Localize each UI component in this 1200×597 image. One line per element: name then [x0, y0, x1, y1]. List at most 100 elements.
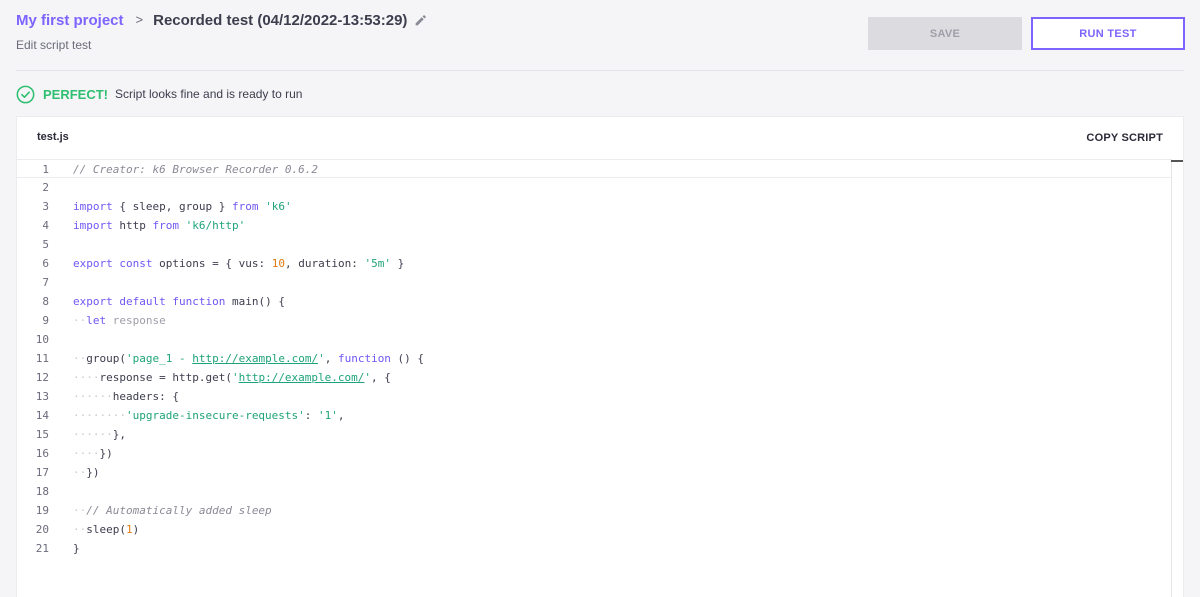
code-line[interactable]: 12 ····response = http.get('http://exampl… — [17, 368, 1172, 387]
code-token: '1' — [318, 409, 338, 422]
code-content: ······}, — [73, 425, 126, 444]
code-line[interactable]: 9 ··let response — [17, 311, 1172, 330]
code-token: 10 — [271, 257, 285, 270]
code-line[interactable]: 17 ··}) — [17, 463, 1172, 482]
code-token: ·· — [73, 504, 87, 517]
line-number: 16 — [35, 447, 49, 460]
code-token: options = { vus: — [152, 257, 272, 270]
page-title: Recorded test (04/12/2022-13:53:29) — [153, 12, 408, 29]
code-content: import http from 'k6/http' — [73, 216, 245, 235]
code-token: export — [73, 295, 113, 308]
code-line[interactable]: 14 ········'upgrade-insecure-requests': '… — [17, 406, 1172, 425]
code-line[interactable]: 15 ······}, — [17, 425, 1172, 444]
code-line[interactable]: 3 import { sleep, group } from 'k6' — [17, 197, 1172, 216]
line-number: 9 — [42, 314, 49, 327]
code-token: }, — [112, 428, 126, 441]
code-token: ···· — [73, 371, 100, 384]
code-token: 'k6' — [265, 200, 292, 213]
code-token: , { — [371, 371, 391, 384]
line-number: 20 — [35, 523, 49, 536]
code-token: , — [324, 352, 338, 365]
code-token: let — [86, 314, 107, 327]
code-line[interactable]: 19 ··// Automatically added sleep — [17, 501, 1172, 520]
code-line[interactable]: 6 export const options = { vus: 10, durat… — [17, 254, 1172, 273]
line-number: 4 — [42, 219, 49, 232]
code-area[interactable]: 1 // Creator: k6 Browser Recorder 0.6.2 2 3… — [17, 159, 1172, 558]
code-token: headers: { — [112, 390, 179, 403]
line-number: 19 — [35, 504, 49, 517]
line-number: 8 — [42, 295, 49, 308]
line-number: 21 — [35, 542, 49, 555]
code-token: http://example.com/ — [238, 371, 365, 384]
code-line[interactable]: 21} — [17, 539, 1172, 558]
code-token: ) — [132, 523, 140, 536]
editor-scrollbar-thumb[interactable] — [1171, 160, 1183, 162]
code-token: 'upgrade-insecure-requests' — [125, 409, 305, 422]
header-divider — [16, 70, 1184, 71]
code-token: http — [112, 219, 153, 232]
code-line[interactable]: 10 — [17, 330, 1172, 349]
pencil-icon[interactable] — [414, 14, 427, 27]
breadcrumb-project-link[interactable]: My first project — [16, 12, 124, 29]
run-test-button[interactable]: RUN TEST — [1031, 17, 1185, 50]
code-line[interactable]: 8 export default function main() { — [17, 292, 1172, 311]
code-token: function — [337, 352, 391, 365]
line-number: 2 — [42, 181, 49, 194]
code-content: ··let response — [73, 311, 166, 330]
copy-script-button[interactable]: COPY SCRIPT — [1086, 132, 1163, 144]
code-line[interactable]: 18 — [17, 482, 1172, 501]
line-number: 12 — [35, 371, 49, 384]
code-line[interactable]: 7 — [17, 273, 1172, 292]
code-token: from — [152, 219, 180, 232]
code-line[interactable]: 1 // Creator: k6 Browser Recorder 0.6.2 — [17, 159, 1172, 178]
code-token: ······ — [73, 390, 113, 403]
code-token: ·· — [73, 466, 87, 479]
code-token: , — [337, 409, 345, 422]
code-token: ' — [231, 371, 239, 384]
code-token: export — [73, 257, 113, 270]
code-line[interactable]: 5 — [17, 235, 1172, 254]
save-button[interactable]: SAVE — [868, 17, 1022, 50]
code-token: } — [390, 257, 405, 270]
code-content: } — [73, 539, 80, 558]
code-token: default — [119, 295, 166, 308]
code-token: ·· — [73, 352, 87, 365]
line-number: 14 — [35, 409, 49, 422]
code-token: main() { — [225, 295, 285, 308]
code-token: function — [172, 295, 226, 308]
code-token: , duration: — [284, 257, 365, 270]
code-token: sleep( — [86, 523, 126, 536]
code-token: { sleep, group } — [112, 200, 232, 213]
code-token: ········ — [73, 409, 126, 422]
code-token: from — [231, 200, 259, 213]
code-token: }) — [86, 466, 100, 479]
code-line[interactable]: 4 import http from 'k6/http' — [17, 216, 1172, 235]
line-number: 17 — [35, 466, 49, 479]
code-line[interactable]: 16 ····}) — [17, 444, 1172, 463]
code-content: import { sleep, group } from 'k6' — [73, 197, 292, 216]
code-line[interactable]: 2 — [17, 178, 1172, 197]
file-tab[interactable]: test.js — [37, 131, 69, 143]
code-token: } — [73, 542, 80, 555]
code-content: ··// Automatically added sleep — [73, 501, 272, 520]
code-token: 1 — [126, 523, 133, 536]
code-line[interactable]: 11 ··group('page_1 - http://example.com/'… — [17, 349, 1172, 368]
code-token: // Creator: k6 Browser Recorder 0.6.2 — [73, 163, 319, 176]
code-token: const — [119, 257, 153, 270]
line-number: 10 — [35, 333, 49, 346]
code-line[interactable]: 20 ··sleep(1) — [17, 520, 1172, 539]
code-token: ······ — [73, 428, 113, 441]
status-label: PERFECT! — [43, 86, 108, 102]
code-content: ······headers: { — [73, 387, 179, 406]
line-number: 1 — [42, 163, 49, 176]
line-number: 3 — [42, 200, 49, 213]
editor-scrollbar[interactable] — [1171, 159, 1183, 597]
code-content: ··sleep(1) — [73, 520, 139, 539]
code-token: group( — [86, 352, 126, 365]
code-token: http://example.com/ — [192, 352, 319, 365]
script-editor: test.js COPY SCRIPT 1 // Creator: k6 Brow… — [16, 116, 1184, 597]
code-token: import — [73, 200, 113, 213]
code-line[interactable]: 13 ······headers: { — [17, 387, 1172, 406]
